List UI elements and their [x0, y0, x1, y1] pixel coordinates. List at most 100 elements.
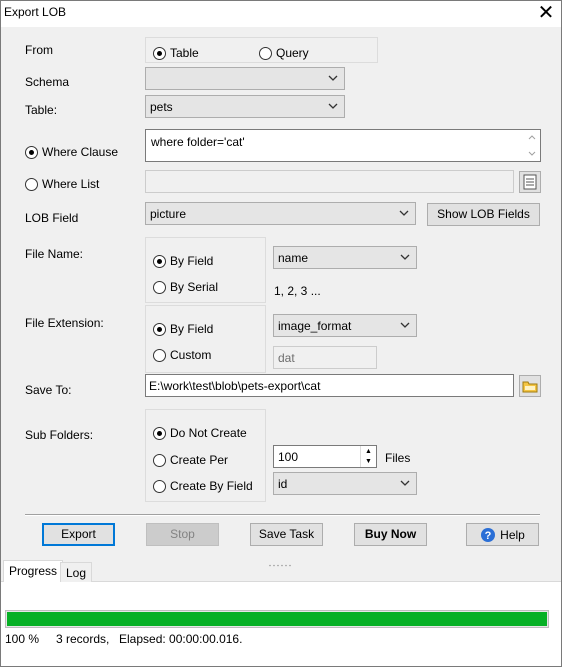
- ext-custom-option[interactable]: Custom: [153, 348, 211, 362]
- chevron-down-icon: [399, 210, 409, 216]
- progress-fill: [7, 612, 547, 626]
- ext-custom-label: Custom: [170, 348, 212, 362]
- file-name-label: File Name:: [25, 247, 84, 261]
- radio-unchecked[interactable]: [153, 479, 166, 493]
- list-icon: [523, 174, 537, 190]
- radio-unchecked[interactable]: [153, 348, 166, 362]
- where-list-browse-button[interactable]: [519, 171, 541, 193]
- progress-percent: 100 %: [5, 632, 40, 646]
- sub-folder-field-value: id: [278, 477, 288, 491]
- radio-checked[interactable]: [153, 426, 166, 440]
- ext-field-select[interactable]: image_format: [273, 314, 417, 337]
- table-select[interactable]: pets: [145, 95, 345, 118]
- show-lob-fields-button[interactable]: Show LOB Fields: [427, 203, 540, 226]
- where-list-option[interactable]: Where List: [25, 177, 99, 191]
- scrollbar[interactable]: [526, 132, 538, 159]
- from-table-option[interactable]: Table: [153, 46, 199, 60]
- radio-unchecked[interactable]: [153, 453, 166, 467]
- where-clause-label: Where Clause: [42, 145, 119, 159]
- radio-checked[interactable]: [153, 322, 166, 336]
- scroll-arrows-icon: [528, 135, 536, 156]
- radio-checked[interactable]: [153, 46, 166, 60]
- file-name-field-value: name: [278, 251, 309, 265]
- radio-unchecked[interactable]: [259, 46, 272, 60]
- create-per-option[interactable]: Create Per: [153, 453, 228, 467]
- file-name-by-serial-option[interactable]: By Serial: [153, 280, 218, 294]
- from-table-label: Table: [170, 46, 199, 60]
- records-count: 3 records,: [56, 632, 110, 646]
- file-extension-group: [145, 305, 266, 373]
- title-bar: [1, 1, 561, 27]
- from-query-label: Query: [276, 46, 309, 60]
- chevron-down-icon: [400, 254, 410, 260]
- lob-field-value: picture: [150, 207, 187, 221]
- file-name-by-serial-label: By Serial: [170, 280, 219, 294]
- where-list-input[interactable]: [145, 170, 514, 193]
- stepper-up-icon[interactable]: ▲: [361, 446, 376, 457]
- close-icon[interactable]: ✕: [536, 2, 556, 22]
- per-count-value: 100: [278, 450, 299, 464]
- serial-hint: 1, 2, 3 ...: [274, 284, 321, 298]
- radio-unchecked[interactable]: [153, 280, 166, 294]
- file-extension-label: File Extension:: [25, 316, 104, 330]
- file-name-field-select[interactable]: name: [273, 246, 417, 269]
- stepper-down-icon[interactable]: ▼: [361, 457, 376, 468]
- separator: [25, 514, 540, 516]
- from-label: From: [25, 43, 53, 57]
- help-button-label: Help: [500, 527, 525, 542]
- ext-by-field-option[interactable]: By Field: [153, 322, 213, 336]
- per-count-stepper[interactable]: 100 ▲ ▼: [273, 445, 377, 468]
- table-label: Table:: [25, 103, 58, 117]
- help-button[interactable]: ? Help: [466, 523, 539, 546]
- splitter-grip[interactable]: [268, 556, 294, 567]
- sub-folder-field-select[interactable]: id: [273, 472, 417, 495]
- radio-unchecked[interactable]: [25, 177, 38, 191]
- create-by-field-option[interactable]: Create By Field: [153, 479, 253, 493]
- help-icon: ?: [481, 527, 496, 542]
- where-clause-input[interactable]: where folder='cat': [145, 129, 541, 162]
- ext-custom-value: dat: [278, 351, 295, 365]
- where-clause-option[interactable]: Where Clause: [25, 145, 118, 159]
- radio-checked[interactable]: [25, 145, 38, 159]
- chevron-down-icon: [328, 75, 338, 81]
- tab-progress[interactable]: Progress: [3, 560, 64, 582]
- save-to-value: E:\work\test\blob\pets-export\cat: [149, 379, 321, 393]
- save-task-button[interactable]: Save Task: [250, 523, 323, 546]
- chevron-down-icon: [328, 103, 338, 109]
- save-to-label: Save To:: [25, 383, 72, 397]
- lob-field-label: LOB Field: [25, 211, 79, 225]
- grip-dots-icon: [269, 564, 291, 567]
- file-name-by-field-label: By Field: [170, 254, 214, 268]
- schema-select[interactable]: [145, 67, 345, 90]
- tab-log[interactable]: Log: [60, 562, 93, 582]
- stop-button[interactable]: Stop: [146, 523, 219, 546]
- table-value: pets: [150, 100, 173, 114]
- where-clause-value: where folder='cat': [151, 135, 245, 149]
- create-per-label: Create Per: [170, 453, 229, 467]
- do-not-create-option[interactable]: Do Not Create: [153, 426, 247, 440]
- folder-icon: [522, 381, 538, 393]
- save-to-input[interactable]: E:\work\test\blob\pets-export\cat: [145, 374, 514, 397]
- schema-label: Schema: [25, 75, 70, 89]
- elapsed-time: Elapsed: 00:00:00.016.: [119, 632, 243, 646]
- do-not-create-label: Do Not Create: [170, 426, 247, 440]
- file-name-by-field-option[interactable]: By Field: [153, 254, 213, 268]
- export-button[interactable]: Export: [42, 523, 115, 546]
- stepper-arrows[interactable]: ▲ ▼: [360, 446, 376, 467]
- svg-text:?: ?: [485, 530, 492, 542]
- progress-bar: [5, 610, 549, 628]
- save-to-browse-button[interactable]: [519, 375, 541, 397]
- where-list-label: Where List: [42, 177, 100, 191]
- buy-now-button[interactable]: Buy Now: [354, 523, 427, 546]
- ext-field-value: image_format: [278, 319, 352, 333]
- ext-by-field-label: By Field: [170, 322, 214, 336]
- sub-folders-label: Sub Folders:: [25, 428, 94, 442]
- lob-field-select[interactable]: picture: [145, 202, 416, 225]
- create-by-field-label: Create By Field: [170, 479, 253, 493]
- chevron-down-icon: [400, 322, 410, 328]
- chevron-down-icon: [400, 480, 410, 486]
- radio-checked[interactable]: [153, 254, 166, 268]
- from-query-option[interactable]: Query: [259, 46, 309, 60]
- ext-custom-input[interactable]: dat: [273, 346, 377, 369]
- window-title: Export LOB: [4, 5, 67, 19]
